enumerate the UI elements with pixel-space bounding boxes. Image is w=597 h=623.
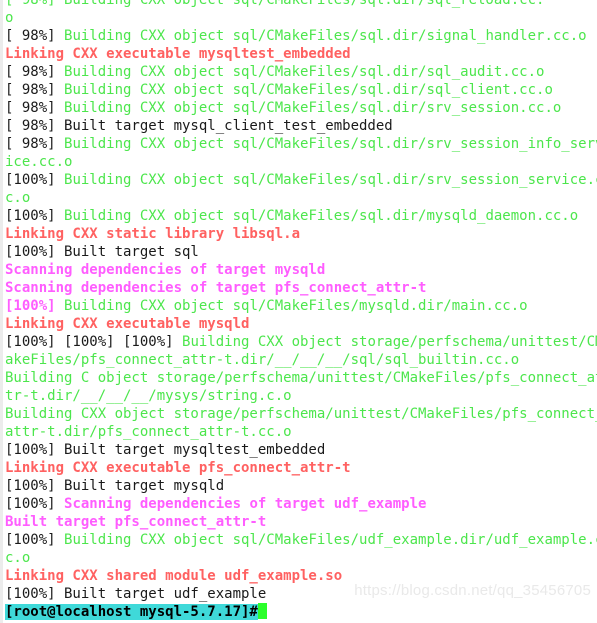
- terminal-line-segment: akeFiles/pfs_connect_attr-t.dir/__/__/__…: [5, 352, 520, 368]
- terminal-line-segment: o: [5, 10, 14, 26]
- terminal-line: Building CXX object storage/perfschema/u…: [5, 405, 597, 423]
- terminal-line-segment: c.o: [5, 550, 31, 566]
- terminal-line-segment: [ 98%]: [5, 100, 65, 116]
- terminal-line-segment: [ 98%]: [5, 82, 65, 98]
- terminal-line-segment: [100%] Built target mysqltest_embedded: [5, 442, 326, 458]
- terminal-line-segment: [ 98%] Built target mysql_client_test_em…: [5, 118, 393, 134]
- terminal-line-segment: [ 98%]: [5, 64, 65, 80]
- terminal-line-segment: tr-t.dir/__/__/__/mysys/string.c.o: [5, 388, 292, 404]
- terminal-line-segment: Building CXX object sql/CMakeFiles/sql.d…: [64, 28, 587, 44]
- terminal-line-segment: [ 98%]: [5, 28, 65, 44]
- terminal-line-segment: [100%]: [5, 298, 65, 314]
- terminal-line: Linking CXX executable mysqld: [5, 315, 597, 333]
- terminal-line: [100%] Building CXX object sql/CMakeFile…: [5, 531, 597, 549]
- terminal-line-segment: Building CXX object sql/CMakeFiles/sql.d…: [64, 172, 597, 188]
- terminal-line: [ 98%] Built target mysql_client_test_em…: [5, 117, 597, 135]
- terminal-line: Scanning dependencies of target pfs_conn…: [5, 279, 597, 297]
- terminal-line: Linking CXX static library libsql.a: [5, 225, 597, 243]
- terminal-line-segment: [100%]: [5, 496, 65, 512]
- terminal-line: [100%] Scanning dependencies of target u…: [5, 495, 597, 513]
- terminal-line: o: [5, 9, 597, 27]
- terminal-line-segment: [100%] Built target sql: [5, 244, 199, 260]
- terminal-line: attr-t.dir/pfs_connect_attr-t.cc.o: [5, 423, 597, 441]
- terminal-line: [100%] [100%] [100%] Building CXX object…: [5, 333, 597, 351]
- terminal-left-gutter: [0, 0, 3, 623]
- terminal-line: [100%] Built target sql: [5, 243, 597, 261]
- terminal-line-segment: Building CXX object sql/CMakeFiles/sql.d…: [64, 208, 579, 224]
- terminal-line-segment: [100%]: [5, 208, 65, 224]
- terminal-line: [100%] Building CXX object sql/CMakeFile…: [5, 171, 597, 189]
- terminal-line: Scanning dependencies of target mysqld: [5, 261, 597, 279]
- terminal-line: [100%] Built target udf_example: [5, 585, 597, 603]
- text-cursor[interactable]: [257, 603, 267, 619]
- terminal-line-segment: Building CXX object storage/perfschema/u…: [5, 406, 597, 422]
- terminal-line: [100%] Built target mysqltest_embedded: [5, 441, 597, 459]
- terminal-line: [ 98%] Building CXX object sql/CMakeFile…: [5, 63, 597, 81]
- terminal-line-segment: Scanning dependencies of target udf_exam…: [64, 496, 427, 512]
- terminal-line-segment: [100%] Built target mysqld: [5, 478, 225, 494]
- terminal-line-segment: [100%] Built target udf_example: [5, 586, 267, 602]
- terminal-line-segment: Linking CXX static library libsql.a: [5, 226, 301, 242]
- terminal-line-segment: Scanning dependencies of target pfs_conn…: [5, 280, 427, 296]
- terminal-line: tr-t.dir/__/__/__/mysys/string.c.o: [5, 387, 597, 405]
- terminal-line: Linking CXX executable mysqltest_embedde…: [5, 45, 597, 63]
- terminal-line-segment: Building CXX object sql/CMakeFiles/sql.d…: [64, 82, 553, 98]
- terminal-line: [ 98%] Building CXX object sql/CMakeFile…: [5, 81, 597, 99]
- terminal-line-segment: Linking CXX executable mysqld: [5, 316, 250, 332]
- terminal-line-segment: Building CXX object sql/CMakeFiles/sql.d…: [64, 64, 545, 80]
- terminal-line: Building C object storage/perfschema/uni…: [5, 369, 597, 387]
- terminal-line: [100%] Built target mysqld: [5, 477, 597, 495]
- terminal-line-segment: Building C object storage/perfschema/uni…: [5, 370, 597, 386]
- terminal-line-segment: Building CXX object sql/CMakeFiles/sql.d…: [64, 136, 597, 152]
- terminal-line-segment: ice.cc.o: [5, 154, 73, 170]
- terminal-line: Built target pfs_connect_attr-t: [5, 513, 597, 531]
- terminal-line: [100%] Building CXX object sql/CMakeFile…: [5, 297, 597, 315]
- terminal-line-segment: [100%]: [5, 532, 65, 548]
- terminal-line: c.o: [5, 189, 597, 207]
- terminal-line: Linking CXX shared module udf_example.so: [5, 567, 597, 585]
- terminal-line-segment: Linking CXX shared module udf_example.so: [5, 568, 343, 584]
- terminal-line-segment: Linking CXX executable pfs_connect_attr-…: [5, 460, 351, 476]
- terminal-line: akeFiles/pfs_connect_attr-t.dir/__/__/__…: [5, 351, 597, 369]
- terminal-line: [100%] Building CXX object sql/CMakeFile…: [5, 207, 597, 225]
- terminal-line-segment: Building CXX object sql/CMakeFiles/udf_e…: [64, 532, 597, 548]
- terminal-line-segment: Scanning dependencies of target mysqld: [5, 262, 326, 278]
- terminal-line-segment: Building CXX object sql/CMakeFiles/mysql…: [64, 298, 528, 314]
- terminal-line: ice.cc.o: [5, 153, 597, 171]
- terminal-line: [ 98%] Building CXX object sql/CMakeFile…: [5, 27, 597, 45]
- shell-prompt-line[interactable]: [root@localhost mysql-5.7.17]#: [5, 603, 597, 621]
- terminal-line: Linking CXX executable pfs_connect_attr-…: [5, 459, 597, 477]
- terminal-window[interactable]: [ 98%] Building CXX object sql/CMakeFile…: [0, 0, 597, 623]
- shell-prompt-text: [root@localhost mysql-5.7.17]#: [5, 604, 258, 620]
- terminal-line-segment: Built target pfs_connect_attr-t: [5, 514, 267, 530]
- terminal-line-segment: Building CXX object storage/perfschema/u…: [182, 334, 597, 350]
- terminal-line-segment: Building CXX object sql/CMakeFiles/sql.d…: [64, 100, 562, 116]
- terminal-line-segment: [100%] [100%] [100%]: [5, 334, 183, 350]
- terminal-line-segment: [100%]: [5, 172, 65, 188]
- terminal-line-segment: c.o: [5, 190, 31, 206]
- terminal-line-segment: [ 98%] Building CXX object sql/CMakeFile…: [5, 0, 545, 8]
- terminal-scrollback[interactable]: [ 98%] Building CXX object sql/CMakeFile…: [5, 0, 597, 621]
- terminal-line-segment: attr-t.dir/pfs_connect_attr-t.cc.o: [5, 424, 292, 440]
- terminal-line: c.o: [5, 549, 597, 567]
- terminal-line: [ 98%] Building CXX object sql/CMakeFile…: [5, 0, 597, 9]
- terminal-line: [ 98%] Building CXX object sql/CMakeFile…: [5, 135, 597, 153]
- terminal-line-segment: Linking CXX executable mysqltest_embedde…: [5, 46, 351, 62]
- terminal-line: [ 98%] Building CXX object sql/CMakeFile…: [5, 99, 597, 117]
- terminal-line-segment: [ 98%]: [5, 136, 65, 152]
